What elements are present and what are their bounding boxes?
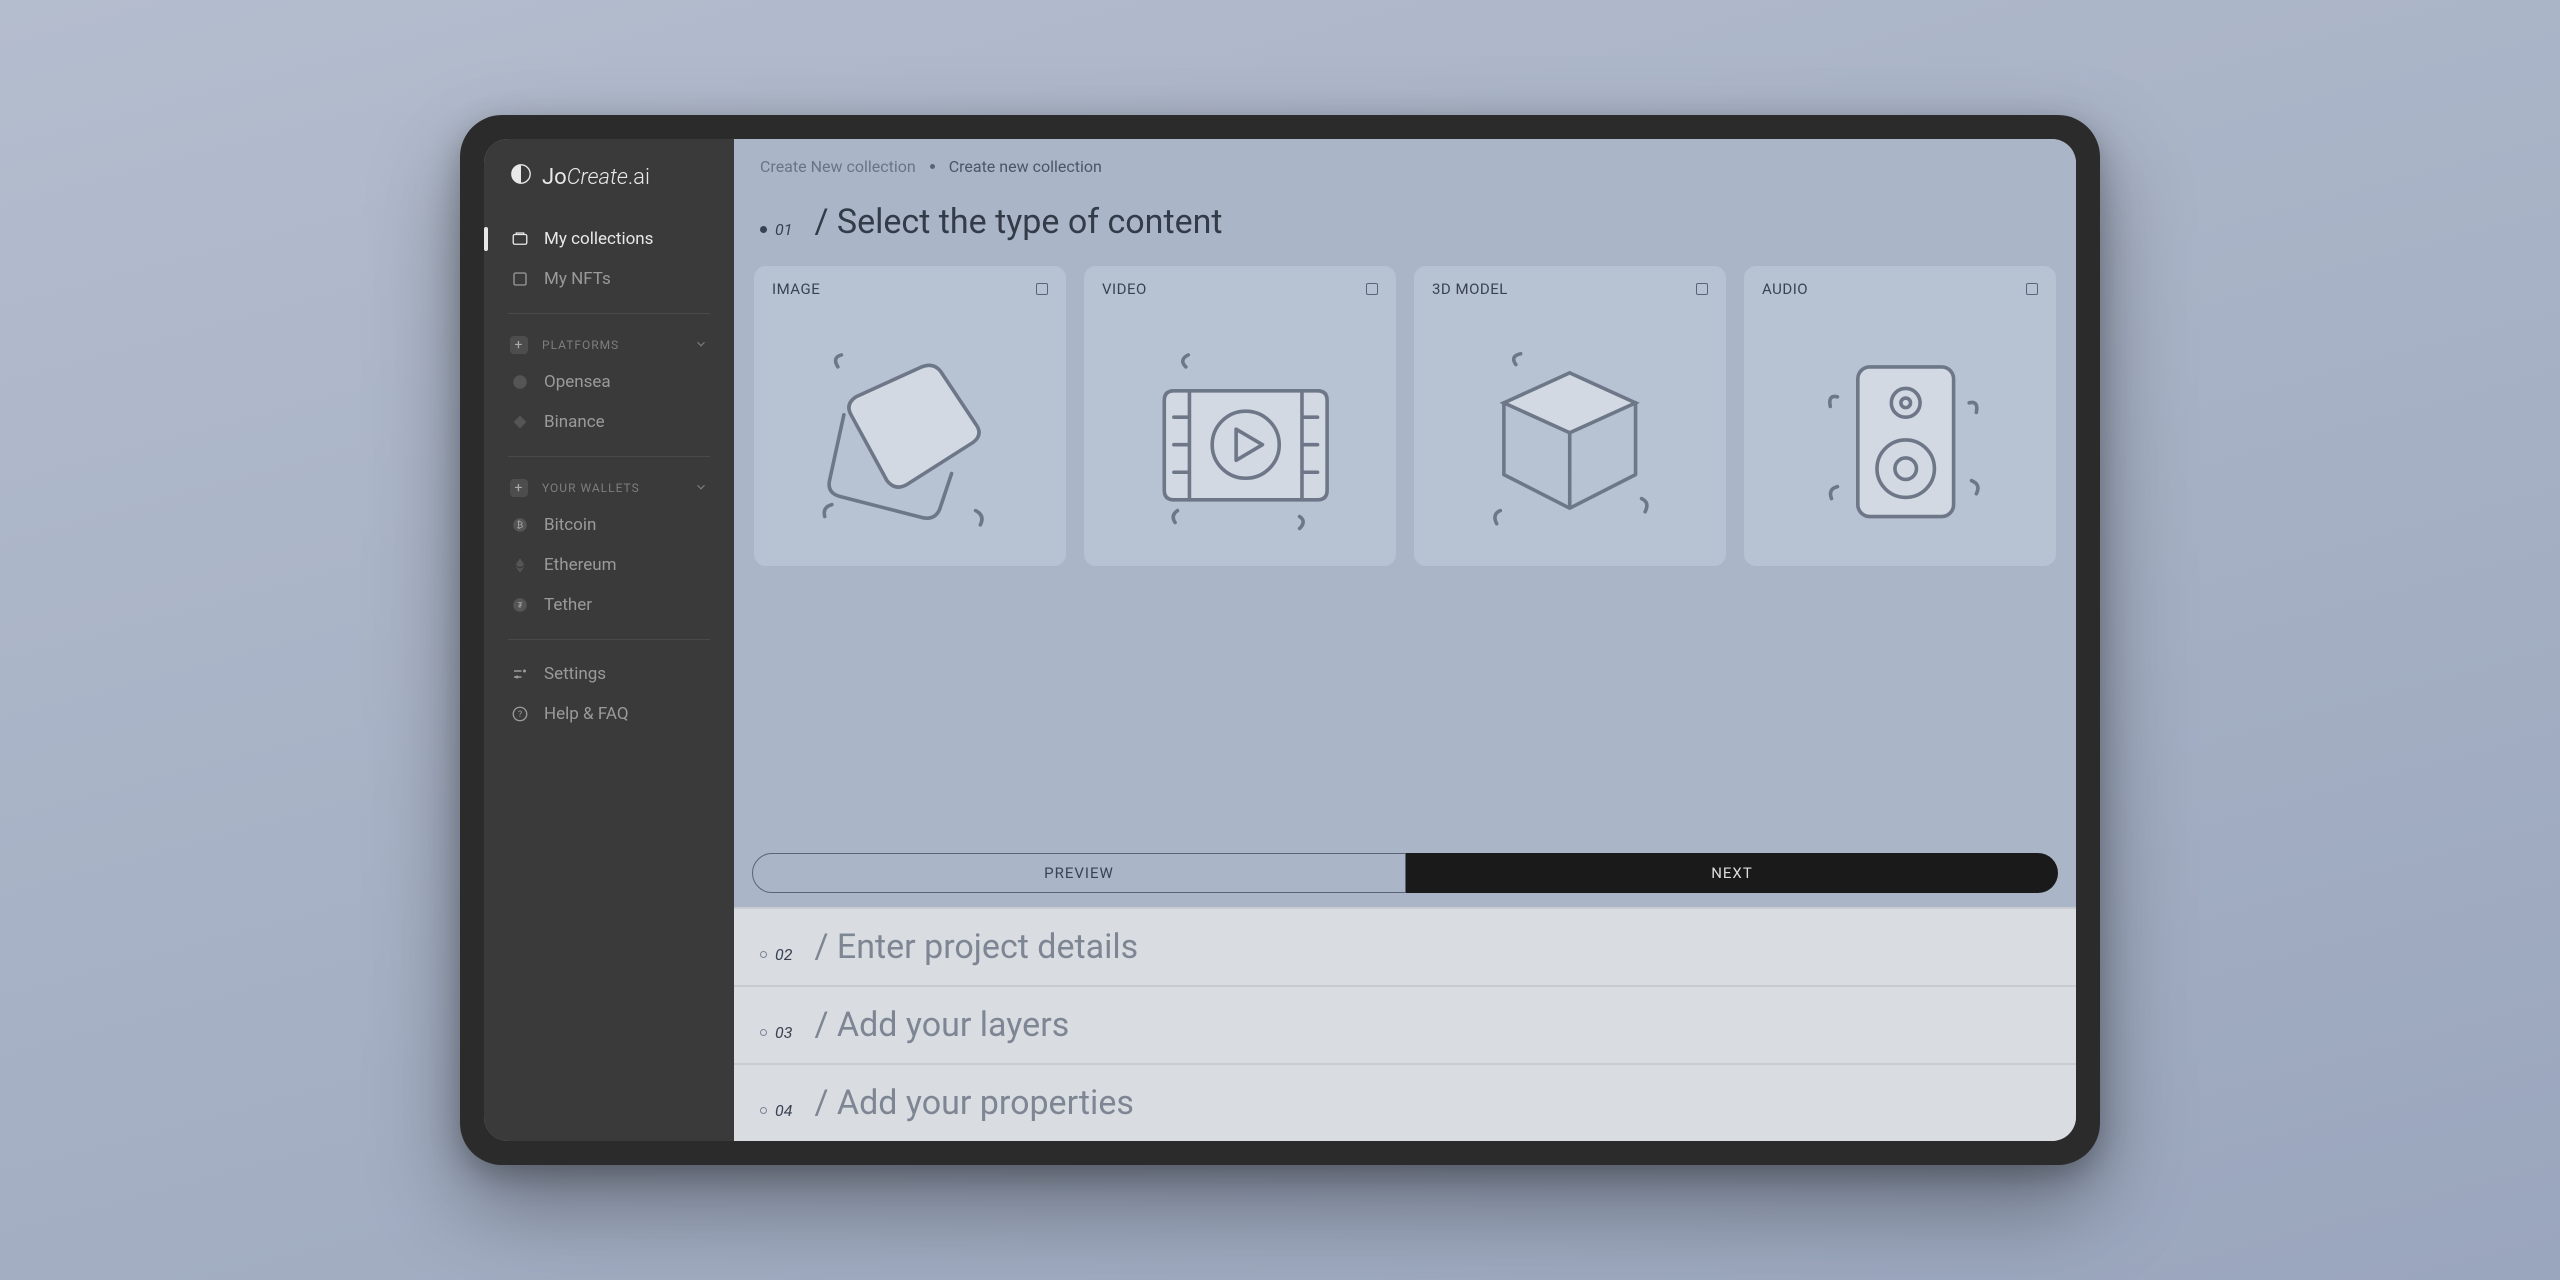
breadcrumb-separator bbox=[930, 164, 935, 169]
sidebar-item-label: Ethereum bbox=[544, 555, 617, 575]
checkbox-icon bbox=[2026, 283, 2038, 295]
content-type-cards: IMAGE VIDEO bbox=[734, 266, 2076, 566]
section-label: PLATFORMS bbox=[542, 338, 619, 352]
sidebar-item-label: Help & FAQ bbox=[544, 704, 629, 724]
sidebar-item-binance[interactable]: Binance bbox=[484, 402, 734, 442]
breadcrumb: Create New collection Create new collect… bbox=[734, 139, 2076, 176]
next-button[interactable]: NEXT bbox=[1406, 853, 2058, 893]
step-panel-active: Create New collection Create new collect… bbox=[734, 139, 2076, 907]
nft-icon bbox=[510, 269, 530, 289]
screen: JoCreate.ai My collections My NFTs + PLA… bbox=[484, 139, 2076, 1141]
step-title: / Enter project details bbox=[814, 927, 1138, 967]
svg-text:₿: ₿ bbox=[517, 520, 524, 531]
binance-icon bbox=[510, 412, 530, 432]
action-buttons: PREVIEW NEXT bbox=[734, 853, 2076, 907]
sidebar-item-tether[interactable]: ₮ Tether bbox=[484, 585, 734, 625]
card-3d-model[interactable]: 3D MODEL bbox=[1414, 266, 1726, 566]
sidebar-item-help[interactable]: ? Help & FAQ bbox=[484, 694, 734, 734]
speaker-illustration-icon bbox=[1744, 312, 2056, 566]
brand-text: JoCreate.ai bbox=[542, 165, 650, 190]
sidebar-item-settings[interactable]: Settings bbox=[484, 654, 734, 694]
brand-logo-icon bbox=[510, 163, 532, 191]
ethereum-icon bbox=[510, 555, 530, 575]
chevron-down-icon bbox=[694, 337, 708, 354]
video-illustration-icon bbox=[1084, 312, 1396, 566]
step-number: 02 bbox=[760, 945, 792, 964]
step-row-4[interactable]: 04 / Add your properties bbox=[734, 1063, 2076, 1141]
svg-text:?: ? bbox=[518, 710, 522, 720]
plus-icon: + bbox=[510, 479, 528, 497]
sidebar-section-platforms[interactable]: + PLATFORMS bbox=[484, 328, 734, 362]
image-illustration-icon bbox=[754, 312, 1066, 566]
sidebar-item-my-collections[interactable]: My collections bbox=[484, 219, 734, 259]
step-title: / Add your layers bbox=[814, 1005, 1069, 1045]
cube-illustration-icon bbox=[1414, 312, 1726, 566]
sidebar-item-label: My NFTs bbox=[544, 269, 611, 289]
divider bbox=[508, 313, 710, 314]
device-frame: JoCreate.ai My collections My NFTs + PLA… bbox=[460, 115, 2100, 1165]
main: Create New collection Create new collect… bbox=[734, 139, 2076, 1141]
card-audio[interactable]: AUDIO bbox=[1744, 266, 2056, 566]
bitcoin-icon: ₿ bbox=[510, 515, 530, 535]
card-label: IMAGE bbox=[772, 280, 820, 298]
sidebar-item-label: Bitcoin bbox=[544, 515, 596, 535]
card-video[interactable]: VIDEO bbox=[1084, 266, 1396, 566]
sidebar-item-bitcoin[interactable]: ₿ Bitcoin bbox=[484, 505, 734, 545]
checkbox-icon bbox=[1696, 283, 1708, 295]
opensea-icon bbox=[510, 372, 530, 392]
card-label: 3D MODEL bbox=[1432, 280, 1508, 298]
sidebar: JoCreate.ai My collections My NFTs + PLA… bbox=[484, 139, 734, 1141]
help-icon: ? bbox=[510, 704, 530, 724]
sidebar-item-label: Binance bbox=[544, 412, 605, 432]
step-number: 04 bbox=[760, 1101, 792, 1120]
card-image[interactable]: IMAGE bbox=[754, 266, 1066, 566]
sidebar-item-label: Tether bbox=[544, 595, 592, 615]
sidebar-item-opensea[interactable]: Opensea bbox=[484, 362, 734, 402]
divider bbox=[508, 639, 710, 640]
card-label: VIDEO bbox=[1102, 280, 1147, 298]
sidebar-section-wallets[interactable]: + YOUR WALLETS bbox=[484, 471, 734, 505]
sidebar-item-ethereum[interactable]: Ethereum bbox=[484, 545, 734, 585]
step-row-3[interactable]: 03 / Add your layers bbox=[734, 985, 2076, 1063]
step-title: / Add your properties bbox=[814, 1083, 1133, 1123]
tether-icon: ₮ bbox=[510, 595, 530, 615]
settings-icon bbox=[510, 664, 530, 684]
sidebar-item-label: Settings bbox=[544, 664, 606, 684]
sidebar-item-label: Opensea bbox=[544, 372, 611, 392]
chevron-down-icon bbox=[694, 480, 708, 497]
plus-icon: + bbox=[510, 336, 528, 354]
section-label: YOUR WALLETS bbox=[542, 481, 640, 495]
divider bbox=[508, 456, 710, 457]
preview-button[interactable]: PREVIEW bbox=[752, 853, 1406, 893]
checkbox-icon bbox=[1366, 283, 1378, 295]
breadcrumb-root[interactable]: Create New collection bbox=[760, 157, 916, 176]
card-label: AUDIO bbox=[1762, 280, 1808, 298]
sidebar-item-label: My collections bbox=[544, 229, 653, 249]
checkbox-icon bbox=[1036, 283, 1048, 295]
step-header-1: 01 / Select the type of content bbox=[734, 176, 2076, 266]
step-number: 03 bbox=[760, 1023, 792, 1042]
step-title: / Select the type of content bbox=[814, 202, 1222, 242]
step-row-2[interactable]: 02 / Enter project details bbox=[734, 907, 2076, 985]
step-number: 01 bbox=[760, 220, 792, 239]
breadcrumb-current: Create new collection bbox=[949, 157, 1102, 176]
svg-text:₮: ₮ bbox=[517, 601, 522, 611]
collections-icon bbox=[510, 229, 530, 249]
brand[interactable]: JoCreate.ai bbox=[484, 163, 734, 219]
sidebar-item-my-nfts[interactable]: My NFTs bbox=[484, 259, 734, 299]
